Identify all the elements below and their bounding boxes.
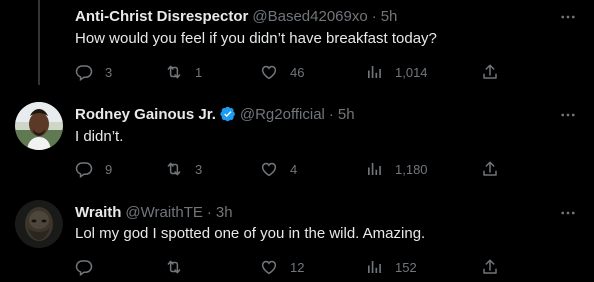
more-icon[interactable]: [558, 7, 578, 27]
like-icon: [260, 160, 278, 178]
user-handle[interactable]: @WraithTE: [125, 204, 202, 221]
more-icon[interactable]: [558, 105, 578, 125]
views-button[interactable]: 152: [365, 257, 417, 277]
like-count: 12: [290, 259, 305, 275]
reply-icon: [75, 63, 93, 81]
like-button[interactable]: 4: [260, 159, 297, 179]
views-icon: [365, 160, 383, 178]
views-icon: [365, 63, 383, 81]
tweet-header: Wraith @WraithTE · 3h: [75, 202, 233, 222]
tweet-text: Lol my god I spotted one of you in the w…: [75, 225, 426, 242]
verified-badge-icon: [220, 106, 236, 122]
retweet-icon: [165, 160, 183, 178]
timestamp[interactable]: 5h: [381, 8, 398, 25]
share-icon: [481, 258, 499, 276]
retweet-button[interactable]: 3: [165, 159, 202, 179]
views-icon: [365, 258, 383, 276]
views-button[interactable]: 1,180: [365, 159, 428, 179]
share-button[interactable]: [481, 159, 499, 179]
tweet-anti-christ[interactable]: Anti-Christ Disrespector @Based42069xo ·…: [0, 0, 594, 92]
tweet-wraith[interactable]: Wraith @WraithTE · 3h Lol my god I spott…: [0, 187, 594, 282]
tweet-text: I didn’t.: [75, 128, 124, 145]
tweet-rodney[interactable]: Rodney Gainous Jr. @Rg2official · 5h I d…: [0, 92, 594, 187]
like-button[interactable]: 46: [260, 62, 304, 82]
view-count: 1,180: [395, 161, 428, 177]
display-name[interactable]: Anti-Christ Disrespector: [75, 8, 248, 25]
separator-dot: ·: [328, 105, 334, 123]
view-count: 152: [395, 259, 417, 275]
retweet-count: 1: [195, 64, 203, 80]
user-handle[interactable]: @Based42069xo: [252, 8, 367, 25]
separator-dot: ·: [206, 203, 212, 221]
retweet-button[interactable]: 1: [165, 62, 202, 82]
like-icon: [260, 258, 278, 276]
display-name[interactable]: Rodney Gainous Jr.: [75, 106, 216, 123]
reply-button[interactable]: [75, 257, 105, 277]
reply-count: 3: [105, 64, 113, 80]
like-count: 4: [290, 161, 298, 177]
display-name[interactable]: Wraith: [75, 204, 121, 221]
retweet-button[interactable]: [165, 257, 195, 277]
user-handle[interactable]: @Rg2official: [240, 106, 325, 123]
like-button[interactable]: 12: [260, 257, 304, 277]
tweet-header: Anti-Christ Disrespector @Based42069xo ·…: [75, 6, 397, 26]
separator-dot: ·: [371, 7, 377, 25]
avatar[interactable]: [15, 200, 63, 248]
reply-count: 9: [105, 161, 113, 177]
reply-button[interactable]: 3: [75, 62, 112, 82]
reply-button[interactable]: 9: [75, 159, 112, 179]
tweet-header: Rodney Gainous Jr. @Rg2official · 5h: [75, 104, 355, 124]
tweet-text: How would you feel if you didn’t have br…: [75, 30, 437, 47]
retweet-icon: [165, 258, 183, 276]
like-count: 46: [290, 64, 305, 80]
action-bar: 3 1 46 1,014: [75, 62, 505, 82]
retweet-icon: [165, 63, 183, 81]
more-icon[interactable]: [558, 203, 578, 223]
views-button[interactable]: 1,014: [365, 62, 428, 82]
action-bar: 12 152: [75, 257, 505, 277]
avatar[interactable]: [15, 102, 63, 150]
view-count: 1,014: [395, 64, 428, 80]
like-icon: [260, 63, 278, 81]
retweet-count: 3: [195, 161, 203, 177]
share-button[interactable]: [481, 62, 499, 82]
reply-icon: [75, 258, 93, 276]
action-bar: 9 3 4 1,180: [75, 159, 505, 179]
timestamp[interactable]: 5h: [338, 106, 355, 123]
share-button[interactable]: [481, 257, 499, 277]
share-icon: [481, 160, 499, 178]
share-icon: [481, 63, 499, 81]
timestamp[interactable]: 3h: [216, 204, 233, 221]
reply-icon: [75, 160, 93, 178]
